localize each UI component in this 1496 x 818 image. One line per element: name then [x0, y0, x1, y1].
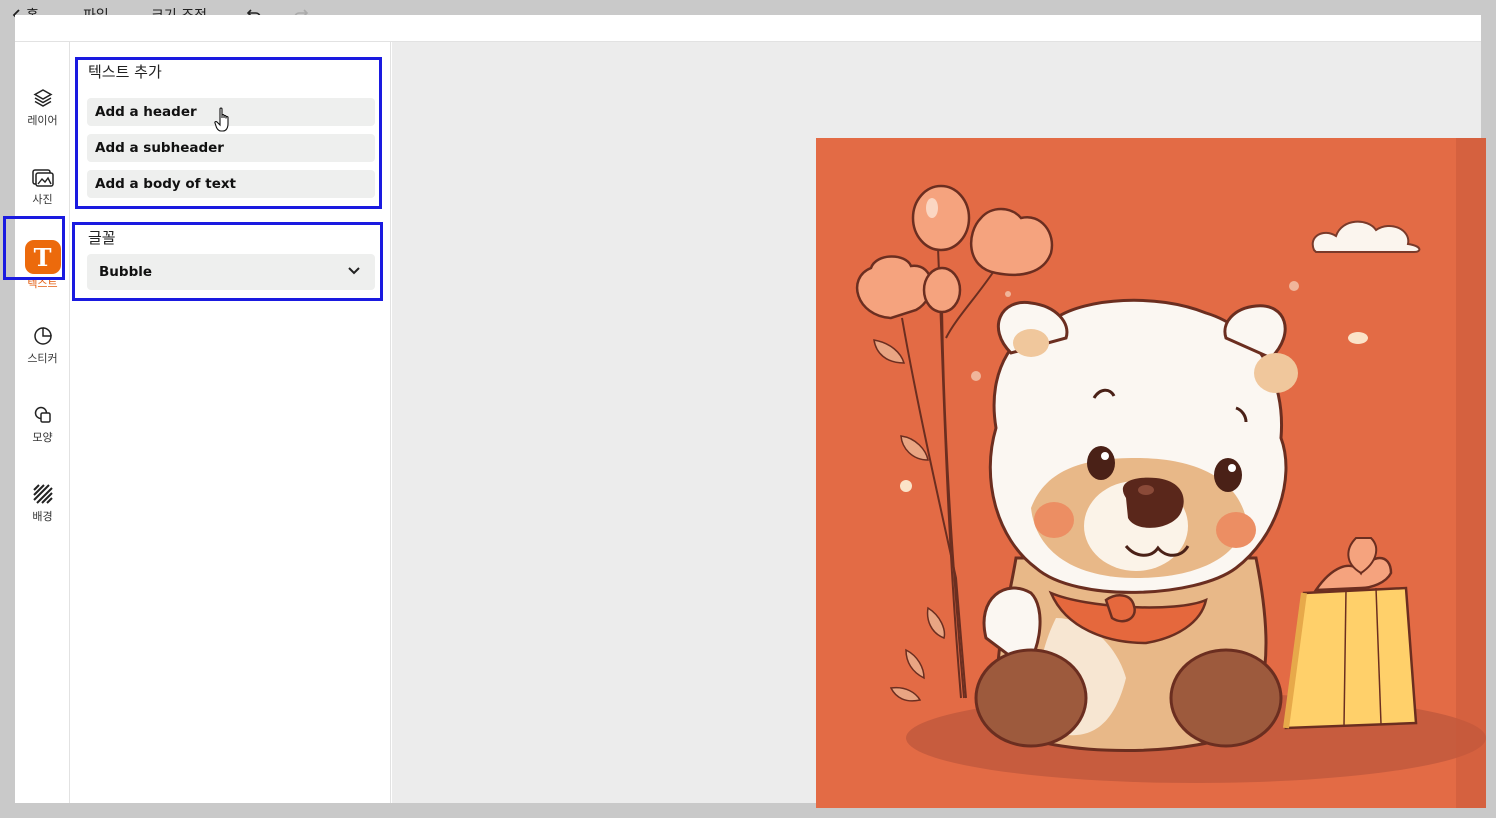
rail-item-text[interactable]: T 텍스트	[15, 240, 70, 304]
rail-item-photos[interactable]: 사진	[15, 166, 70, 230]
rail-label: 레이어	[27, 114, 58, 127]
rail-item-shapes[interactable]: 모양	[15, 404, 70, 468]
font-title: 글꼴	[88, 229, 116, 247]
sticker-icon	[32, 325, 54, 347]
rail-item-background[interactable]: 배경	[15, 483, 70, 547]
layers-icon	[32, 87, 54, 109]
rail-label: 모양	[32, 431, 53, 444]
add-subheader-button[interactable]: Add a subheader	[87, 134, 375, 162]
hand-cursor-icon	[214, 107, 232, 137]
bear-illustration	[816, 138, 1486, 808]
rail-item-stickers[interactable]: 스티커	[15, 325, 70, 389]
background-icon	[32, 483, 54, 505]
chevron-down-icon	[347, 264, 361, 280]
rail-label: 스티커	[27, 352, 58, 365]
rail-label: 텍스트	[27, 277, 58, 290]
artboard-illustration[interactable]	[816, 138, 1486, 808]
rail-item-layers[interactable]: 레이어	[15, 87, 70, 151]
rail-label: 사진	[32, 193, 53, 206]
font-selected-value: Bubble	[99, 264, 153, 280]
add-text-title: 텍스트 추가	[88, 63, 162, 81]
rail-label: 배경	[32, 510, 53, 523]
shapes-icon	[32, 404, 54, 426]
tool-rail: 레이어 사진 T 텍스트 스티커 모양 배경	[15, 42, 70, 803]
add-body-text-button[interactable]: Add a body of text	[87, 170, 375, 198]
photos-icon	[31, 166, 54, 188]
font-select[interactable]: Bubble	[87, 254, 375, 290]
text-icon: T	[24, 240, 61, 274]
